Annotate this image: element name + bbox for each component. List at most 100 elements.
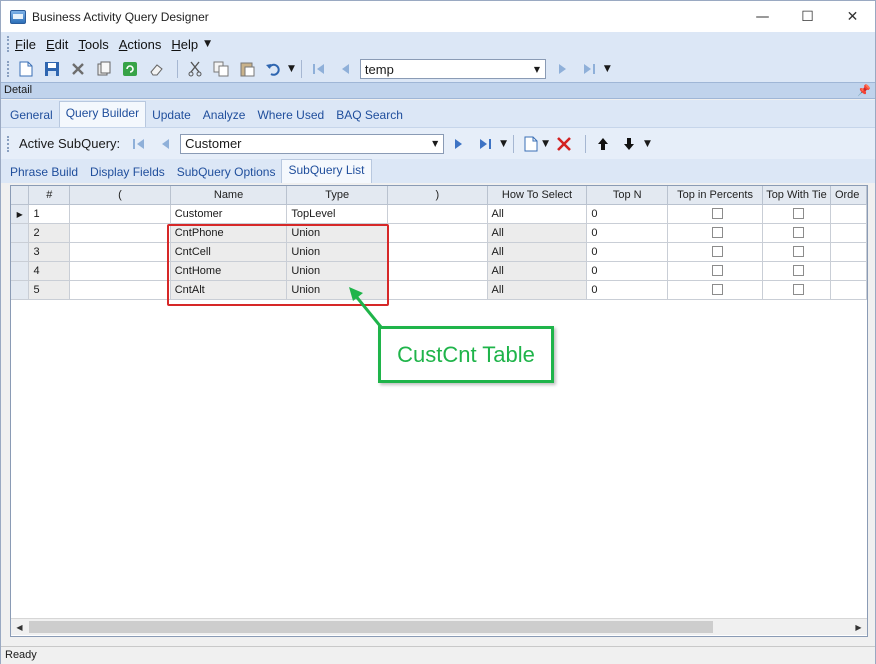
cell-close-paren[interactable] <box>387 261 488 281</box>
cell-number[interactable]: 1 <box>28 204 71 224</box>
cell-close-paren[interactable] <box>387 242 488 262</box>
new-subquery-dropdown-icon[interactable]: ▼ <box>542 139 549 149</box>
first-record-icon[interactable] <box>308 58 330 80</box>
cell-top-in-percents[interactable] <box>667 261 763 281</box>
cell-number[interactable]: 3 <box>28 242 71 262</box>
cut-icon[interactable] <box>184 58 206 80</box>
cell-top-in-percents[interactable] <box>667 242 763 262</box>
column-header-number[interactable]: # <box>28 186 71 205</box>
move-down-icon[interactable] <box>618 133 640 155</box>
tab-subquery-options[interactable]: SubQuery Options <box>171 163 282 183</box>
chevron-down-icon[interactable]: ▼ <box>529 60 545 78</box>
cell-open-paren[interactable] <box>69 280 171 300</box>
scroll-thumb[interactable] <box>29 621 713 633</box>
cell-top-n[interactable]: 0 <box>586 204 669 224</box>
column-header-top-in-percents[interactable]: Top in Percents <box>667 186 763 205</box>
cell-close-paren[interactable] <box>387 280 488 300</box>
checkbox[interactable] <box>711 265 723 277</box>
attach-icon[interactable] <box>93 58 115 80</box>
subquery-tools-overflow-icon[interactable]: ▼ <box>644 139 651 149</box>
first-subquery-icon[interactable] <box>128 133 150 155</box>
row-selector[interactable] <box>11 223 30 243</box>
column-header-top-with-tie[interactable]: Top With Tie <box>762 186 831 205</box>
column-header-type[interactable]: Type <box>286 186 389 205</box>
table-row[interactable]: 2 CntPhone Union All 0 <box>11 223 867 243</box>
cell-name[interactable]: Customer <box>170 204 288 224</box>
undo-icon[interactable] <box>262 58 284 80</box>
active-subquery-combo[interactable]: Customer ▼ <box>180 133 445 154</box>
horizontal-scrollbar[interactable]: ◀ ▶ <box>11 618 867 635</box>
row-selector[interactable] <box>11 280 30 300</box>
menu-edit[interactable]: Edit <box>46 37 68 52</box>
table-row[interactable]: 5 CntAlt Union All 0 <box>11 280 867 300</box>
column-header-open-paren[interactable]: ( <box>69 186 171 205</box>
column-header-top-n[interactable]: Top N <box>586 186 669 205</box>
cell-number[interactable]: 2 <box>28 223 71 243</box>
scroll-left-icon[interactable]: ◀ <box>11 619 28 636</box>
toolbar-overflow-icon[interactable]: ▼ <box>604 64 611 74</box>
cell-how-to-select[interactable]: All <box>487 242 588 262</box>
cell-close-paren[interactable] <box>387 204 488 224</box>
cell-open-paren[interactable] <box>69 242 171 262</box>
menu-grip[interactable] <box>7 36 10 52</box>
checkbox[interactable] <box>711 284 723 296</box>
cell-top-n[interactable]: 0 <box>586 261 669 281</box>
cell-top-with-tie[interactable] <box>762 223 831 243</box>
tab-general[interactable]: General <box>4 105 59 127</box>
checkbox[interactable] <box>711 208 723 220</box>
subquery-overflow-icon[interactable]: ▼ <box>500 139 507 149</box>
menu-actions[interactable]: Actions <box>119 37 162 52</box>
next-record-icon[interactable] <box>552 58 574 80</box>
table-row[interactable]: ▶ 1 Customer TopLevel All 0 <box>11 204 867 224</box>
undo-dropdown-icon[interactable]: ▼ <box>288 64 295 74</box>
table-row[interactable]: 4 CntHome Union All 0 <box>11 261 867 281</box>
save-icon[interactable] <box>41 58 63 80</box>
eraser-icon[interactable] <box>145 58 167 80</box>
checkbox[interactable] <box>711 246 723 258</box>
close-icon[interactable]: ✕ <box>830 1 875 32</box>
cell-top-with-tie[interactable] <box>762 242 831 262</box>
maximize-icon[interactable]: ☐ <box>785 1 830 32</box>
cell-top-with-tie[interactable] <box>762 261 831 281</box>
menu-overflow-icon[interactable]: ▼ <box>204 39 211 49</box>
subquery-grid[interactable]: # ( Name Type ) How To Select Top N Top … <box>10 185 868 637</box>
subquery-grip[interactable] <box>7 135 10 152</box>
row-selector[interactable]: ▶ <box>11 204 30 224</box>
table-row[interactable]: 3 CntCell Union All 0 <box>11 242 867 262</box>
cell-close-paren[interactable] <box>387 223 488 243</box>
delete-icon[interactable] <box>67 58 89 80</box>
move-up-icon[interactable] <box>592 133 614 155</box>
prev-subquery-icon[interactable] <box>154 133 176 155</box>
refresh-icon[interactable] <box>119 58 141 80</box>
minimize-icon[interactable]: — <box>740 1 785 32</box>
tab-display-fields[interactable]: Display Fields <box>84 163 171 183</box>
checkbox[interactable] <box>792 227 804 239</box>
next-subquery-icon[interactable] <box>448 133 470 155</box>
tab-phrase-build[interactable]: Phrase Build <box>4 163 84 183</box>
cell-order[interactable] <box>830 261 867 281</box>
tab-update[interactable]: Update <box>146 105 197 127</box>
paste-icon[interactable] <box>236 58 258 80</box>
checkbox[interactable] <box>792 208 804 220</box>
cell-open-paren[interactable] <box>69 261 171 281</box>
menu-tools[interactable]: Tools <box>78 37 108 52</box>
cell-order[interactable] <box>830 242 867 262</box>
cell-how-to-select[interactable]: All <box>487 223 588 243</box>
last-record-icon[interactable] <box>578 58 600 80</box>
toolbar-grip[interactable] <box>7 61 10 77</box>
checkbox[interactable] <box>711 227 723 239</box>
new-icon[interactable] <box>15 58 37 80</box>
cell-open-paren[interactable] <box>69 223 171 243</box>
cell-open-paren[interactable] <box>69 204 171 224</box>
cell-order[interactable] <box>830 223 867 243</box>
cell-how-to-select[interactable]: All <box>487 280 588 300</box>
checkbox[interactable] <box>792 284 804 296</box>
column-header-close-paren[interactable]: ) <box>387 186 488 205</box>
cell-number[interactable]: 4 <box>28 261 71 281</box>
cell-top-n[interactable]: 0 <box>586 242 669 262</box>
tab-subquery-list[interactable]: SubQuery List <box>281 159 372 183</box>
cell-top-in-percents[interactable] <box>667 223 763 243</box>
cell-top-in-percents[interactable] <box>667 280 763 300</box>
cell-top-with-tie[interactable] <box>762 280 831 300</box>
row-selector[interactable] <box>11 261 30 281</box>
